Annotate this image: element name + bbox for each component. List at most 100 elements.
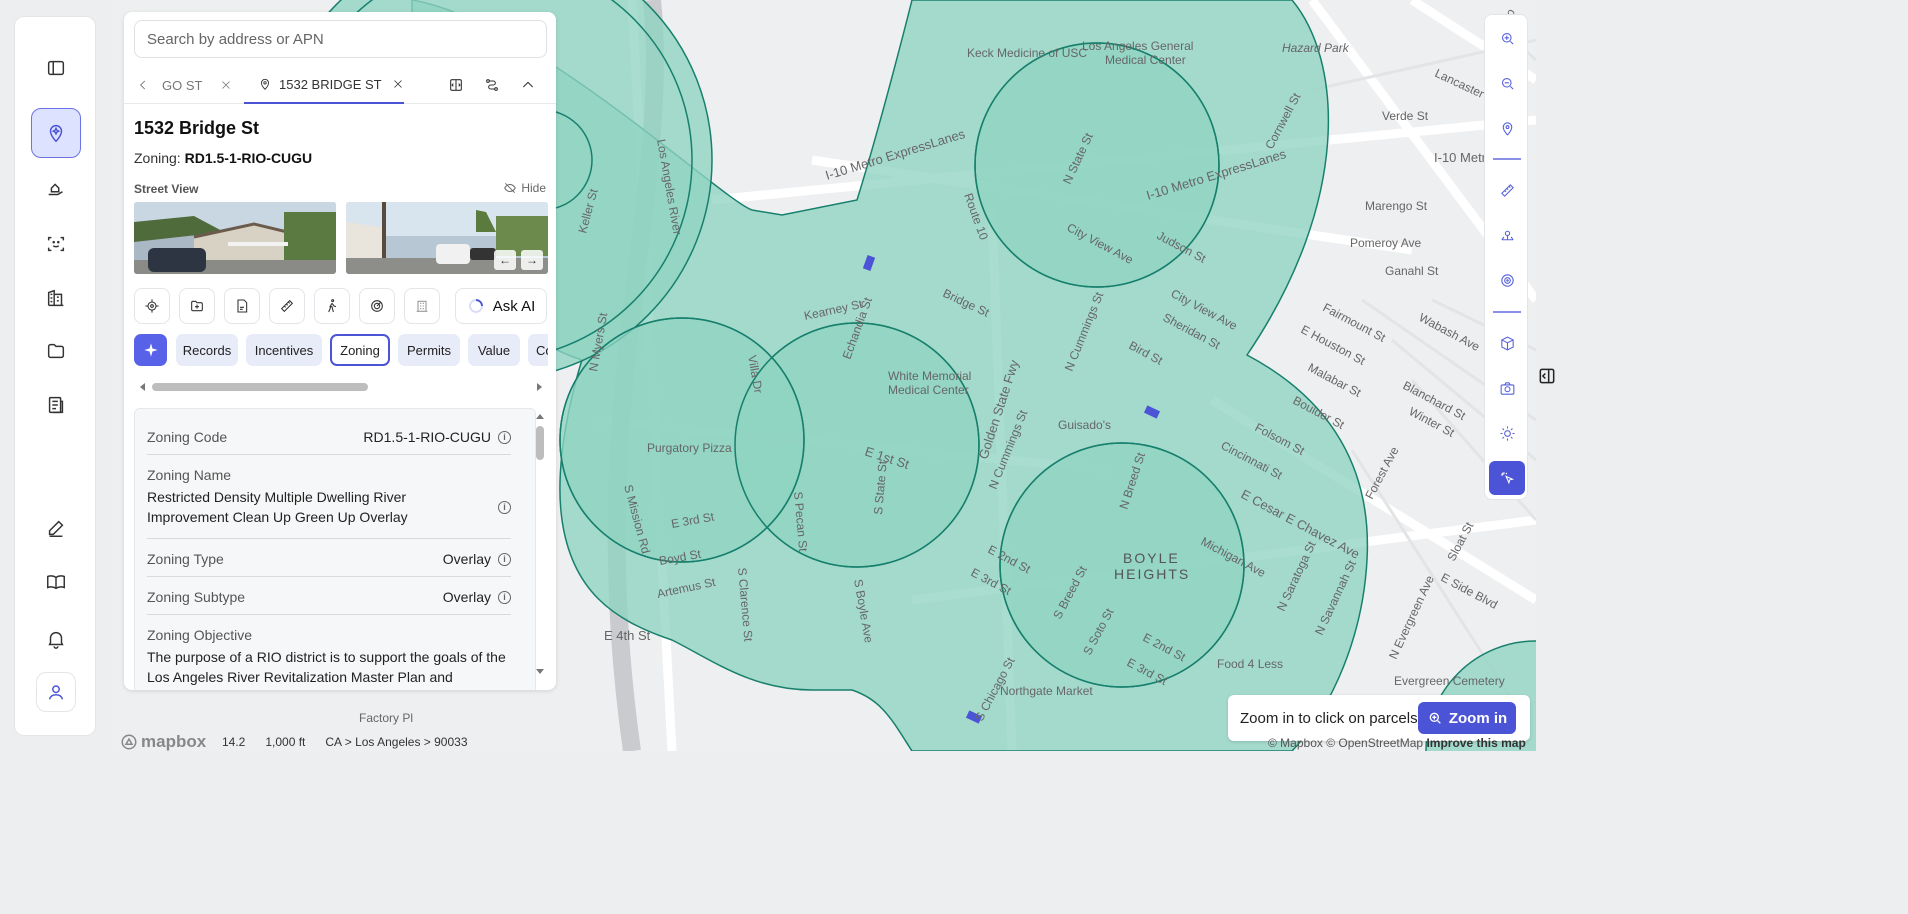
zoom-in-icon: [1429, 712, 1441, 724]
compare-button[interactable]: [438, 70, 474, 100]
close-icon[interactable]: [392, 78, 404, 90]
info-icon[interactable]: i: [498, 591, 511, 604]
map-label: Pomeroy Ave: [1350, 236, 1421, 250]
map-label: Evergreen Cemetery: [1394, 674, 1505, 688]
tab-1532-bridge-st[interactable]: 1532 BRIDGE ST: [244, 66, 404, 104]
3d-view-button[interactable]: [1489, 326, 1525, 360]
map-label: Guisado's: [1058, 418, 1111, 432]
street-view-image[interactable]: [134, 202, 336, 274]
file-export-icon: [237, 299, 248, 313]
expand-right-panel-button[interactable]: [1537, 366, 1557, 388]
hide-street-view-button[interactable]: Hide: [503, 181, 546, 195]
scroll-thumb[interactable]: [536, 426, 544, 460]
guide-button[interactable]: [31, 557, 81, 607]
close-icon[interactable]: [220, 79, 232, 91]
zoom-in-cta-button[interactable]: Zoom in: [1418, 702, 1516, 734]
chevron-left-icon[interactable]: [136, 78, 150, 92]
notifications-button[interactable]: [31, 614, 81, 664]
scroll-right-icon[interactable]: [534, 382, 544, 392]
map-label: Ganahl St: [1385, 264, 1439, 278]
chip-incentives[interactable]: Incentives: [246, 334, 322, 366]
reports-button[interactable]: [31, 380, 81, 430]
info-icon[interactable]: i: [498, 553, 511, 566]
location-pin-icon: [1502, 121, 1512, 136]
scroll-up-icon[interactable]: [535, 412, 545, 422]
folders-button[interactable]: [31, 326, 81, 376]
locate-me-button[interactable]: [1489, 111, 1525, 145]
screenshot-button[interactable]: [1489, 371, 1525, 405]
buildings-tool-button[interactable]: [404, 288, 440, 324]
zoom-in-button[interactable]: [1489, 21, 1525, 55]
select-parcel-button[interactable]: [1489, 461, 1525, 495]
scroll-down-icon[interactable]: [535, 666, 545, 676]
chip-records[interactable]: Records: [176, 334, 238, 366]
route-button[interactable]: [474, 70, 510, 100]
map-label: Lancaster: [1433, 66, 1487, 101]
info-icon[interactable]: i: [498, 501, 511, 514]
zoning-summary: Zoning: RD1.5-1-RIO-CUGU: [134, 150, 312, 166]
zoning-type-value: Overlay: [442, 551, 491, 567]
chip-permits[interactable]: Permits: [398, 334, 460, 366]
person-walking-icon: [328, 299, 337, 313]
map-toolbar: [1484, 14, 1528, 500]
ask-ai-button[interactable]: Ask AI: [455, 288, 547, 324]
info-icon[interactable]: i: [498, 431, 511, 444]
category-chips: Records Incentives Zoning Permits Value …: [134, 334, 548, 366]
projects-button[interactable]: [31, 164, 81, 214]
attribution-text[interactable]: © Mapbox © OpenStreetMap: [1268, 736, 1423, 750]
zoning-subtype-row: Zoning Subtype Overlay i: [147, 583, 511, 615]
document-icon: [48, 396, 64, 414]
collapse-panel-button[interactable]: [510, 70, 546, 100]
zoom-out-button[interactable]: [1489, 66, 1525, 100]
radius-tool-button[interactable]: [1489, 263, 1525, 297]
locate-button[interactable]: [134, 288, 170, 324]
radar-icon: [371, 300, 383, 312]
chip-zoning[interactable]: Zoning: [330, 334, 390, 366]
sidebar-toggle-button[interactable]: [31, 43, 81, 93]
map-label: Marengo St: [1365, 199, 1428, 213]
scroll-thumb[interactable]: [152, 383, 368, 391]
edit-button[interactable]: [31, 503, 81, 553]
theme-button[interactable]: [1489, 416, 1525, 450]
street-view-label: Street View: [134, 182, 199, 196]
folder-add-icon: [191, 300, 203, 312]
scroll-left-icon[interactable]: [138, 382, 148, 392]
explore-map-button[interactable]: [31, 108, 81, 158]
street-view-image[interactable]: ← →: [346, 202, 548, 274]
map-label: White Memorial: [888, 369, 971, 383]
map-pin-icon: [261, 78, 269, 90]
add-to-folder-button[interactable]: [179, 288, 215, 324]
user-profile-button[interactable]: [36, 672, 76, 712]
ai-chip-button[interactable]: [134, 334, 167, 366]
compare-icon: [450, 79, 462, 91]
street-view-next-button[interactable]: →: [521, 250, 543, 270]
chip-co[interactable]: Co: [528, 334, 548, 366]
chips-scrollbar[interactable]: [134, 380, 548, 394]
tab-go-st[interactable]: GO ST: [136, 66, 236, 104]
measure-tool-button[interactable]: [1489, 173, 1525, 207]
camera-icon: [1500, 381, 1514, 395]
info-scrollbar[interactable]: [532, 408, 548, 690]
improve-map-link[interactable]: Improve this map: [1426, 736, 1525, 750]
mapbox-logo[interactable]: mapbox: [120, 732, 206, 752]
chip-value[interactable]: Value: [468, 334, 520, 366]
scan-button[interactable]: [31, 219, 81, 269]
draw-tool-button[interactable]: [1489, 218, 1525, 252]
map-pin-sparkle-icon: [49, 125, 63, 143]
radius-button[interactable]: [359, 288, 395, 324]
tab-label: 1532 BRIDGE ST: [279, 76, 382, 92]
street-view-prev-button[interactable]: ←: [494, 250, 516, 270]
map-label: Medical Center: [1105, 53, 1186, 67]
search-input[interactable]: [134, 20, 547, 58]
zoning-objective-row: Zoning Objective The purpose of a RIO di…: [147, 621, 511, 690]
measure-button[interactable]: [269, 288, 305, 324]
walk-button[interactable]: [314, 288, 350, 324]
hide-label: Hide: [521, 181, 546, 195]
user-icon: [48, 685, 64, 700]
ask-ai-label: Ask AI: [492, 297, 536, 315]
zoning-value: RD1.5-1-RIO-CUGU: [184, 150, 313, 166]
zoning-code-value: RD1.5-1-RIO-CUGU: [363, 429, 491, 445]
cursor-click-icon: [1500, 471, 1514, 484]
buildings-button[interactable]: [31, 273, 81, 323]
export-button[interactable]: [224, 288, 260, 324]
